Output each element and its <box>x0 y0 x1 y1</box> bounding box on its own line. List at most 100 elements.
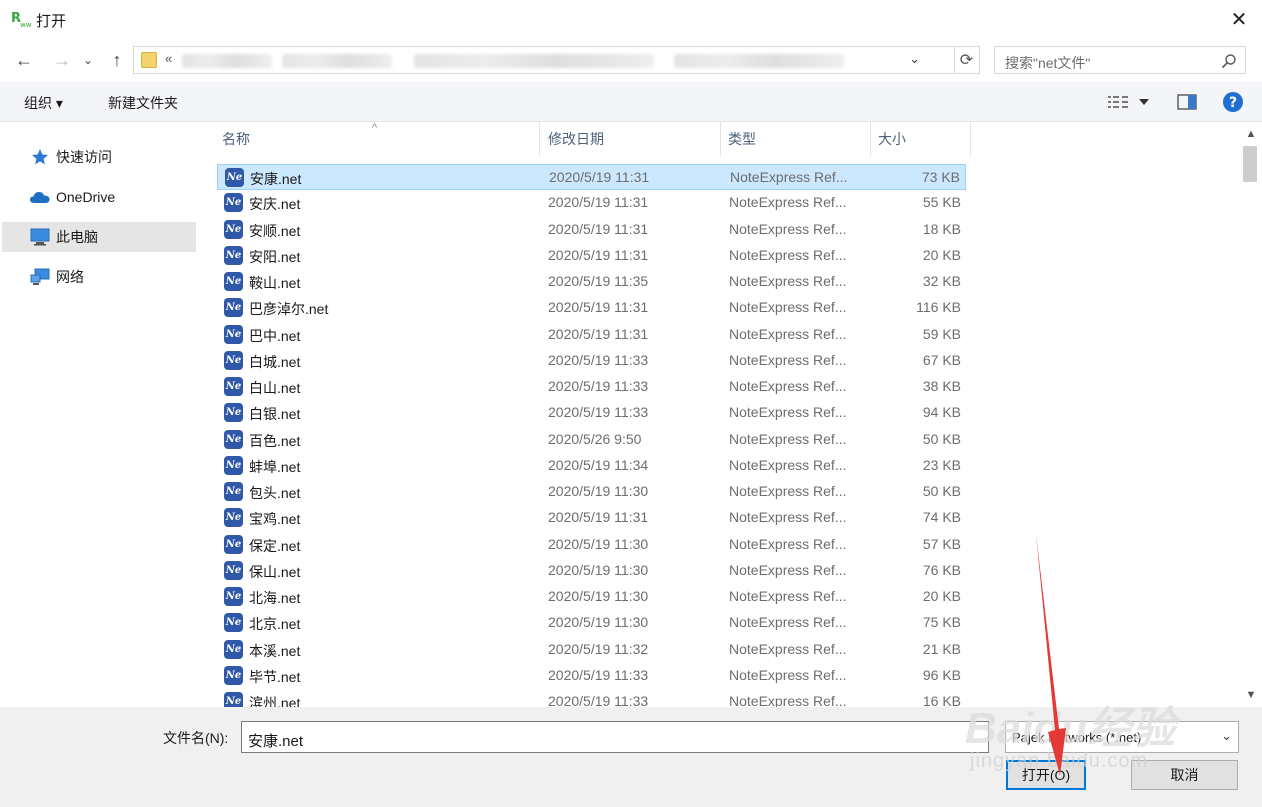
file-modified-date: 2020/5/19 11:31 <box>548 220 649 237</box>
file-row[interactable]: Ne 白银.net 2020/5/19 11:33 NoteExpress Ref..… <box>217 400 966 426</box>
file-row[interactable]: Ne 包头.net 2020/5/19 11:30 NoteExpress Ref..… <box>217 479 966 505</box>
sidebar-item-onedrive[interactable]: OneDrive <box>2 182 196 212</box>
file-name: 安庆.net <box>249 196 301 213</box>
organize-button[interactable]: 组织 ▾ <box>24 93 63 113</box>
open-button[interactable]: 打开(O) <box>1006 760 1086 790</box>
file-type: NoteExpress Ref... <box>729 430 847 447</box>
file-type: NoteExpress Ref... <box>729 614 847 631</box>
file-row[interactable]: Ne 本溪.net 2020/5/19 11:32 NoteExpress Ref..… <box>217 637 966 663</box>
file-name: 北海.net <box>249 590 301 606</box>
file-row[interactable]: Ne 保山.net 2020/5/19 11:30 NoteExpress Ref..… <box>217 558 966 584</box>
file-row[interactable]: Ne 安顺.net 2020/5/19 11:31 NoteExpress Ref..… <box>217 217 966 243</box>
up-arrow-icon[interactable]: ↑ <box>105 48 129 72</box>
search-box[interactable]: 搜索"net文件" <box>994 46 1246 74</box>
file-modified-date: 2020/5/19 11:30 <box>548 535 649 552</box>
address-dropdown-icon[interactable]: ⌄ <box>909 51 920 67</box>
file-row[interactable]: Ne 滨州.net 2020/5/19 11:33 NoteExpress Ref..… <box>217 689 966 707</box>
file-row[interactable]: Ne 毕节.net 2020/5/19 11:33 NoteExpress Ref..… <box>217 663 966 689</box>
noteexpress-file-icon: Ne <box>224 455 243 475</box>
search-icon[interactable] <box>1221 53 1237 69</box>
file-row[interactable]: Ne 白城.net 2020/5/19 11:33 NoteExpress Ref..… <box>217 348 966 374</box>
file-row[interactable]: Ne 安阳.net 2020/5/19 11:31 NoteExpress Ref..… <box>217 243 966 269</box>
file-type: NoteExpress Ref... <box>729 273 847 289</box>
navigation-bar: ← → ⌄ ↑ « ⌄ ⟳ 搜索"net文件" <box>0 38 1262 82</box>
file-size: 38 KB <box>922 378 961 394</box>
recent-locations-chevron-icon[interactable]: ⌄ <box>80 48 96 72</box>
file-modified-date: 2020/5/19 11:34 <box>548 456 649 473</box>
file-type: NoteExpress Ref... <box>729 483 847 499</box>
file-modified-date: 2020/5/19 11:31 <box>548 194 649 211</box>
file-name: 滨州.net <box>249 695 301 707</box>
cancel-button[interactable]: 取消 <box>1131 760 1238 790</box>
file-modified-date: 2020/5/19 11:33 <box>548 351 649 368</box>
view-dropdown-icon[interactable] <box>1139 98 1149 106</box>
refresh-icon[interactable]: ⟳ <box>954 46 980 74</box>
scroll-up-icon[interactable]: ▲ <box>1243 126 1259 142</box>
file-type: NoteExpress Ref... <box>729 561 847 578</box>
navigation-pane: 快速访问 OneDrive 此电脑 网络 <box>0 122 200 707</box>
close-button[interactable]: ✕ <box>1216 0 1262 38</box>
path-overflow-icon[interactable]: « <box>165 51 172 66</box>
vertical-scrollbar[interactable]: ▲ ▼ <box>1240 122 1262 707</box>
sidebar-item-label: 快速访问 <box>56 149 112 165</box>
file-row[interactable]: Ne 宝鸡.net 2020/5/19 11:31 NoteExpress Ref..… <box>217 505 966 531</box>
filename-label: 文件名(N): <box>163 730 229 746</box>
file-name: 保山.net <box>249 563 301 580</box>
file-modified-date: 2020/5/19 11:31 <box>548 299 649 316</box>
file-row[interactable]: Ne 保定.net 2020/5/19 11:30 NoteExpress Ref..… <box>217 532 966 558</box>
file-row[interactable]: Ne 安康.net 2020/5/19 11:31 NoteExpress Ref..… <box>217 164 966 190</box>
chevron-down-icon[interactable]: ⌄ <box>1221 728 1232 744</box>
file-row[interactable]: Ne 巴彦淖尔.net 2020/5/19 11:31 NoteExpress Ref… <box>217 295 966 321</box>
search-input[interactable]: 搜索"net文件" <box>1005 53 1090 73</box>
blurred-path-segment <box>674 54 844 68</box>
address-bar[interactable]: « ⌄ <box>133 46 955 74</box>
file-type: NoteExpress Ref... <box>729 509 847 526</box>
view-options-icon[interactable] <box>1108 95 1132 109</box>
file-size: 32 KB <box>922 273 961 289</box>
file-type: NoteExpress Ref... <box>729 666 847 683</box>
file-type-select[interactable]: Pajek Networks (*.net) ⌄ <box>1005 721 1239 753</box>
sidebar-item-this-pc[interactable]: 此电脑 <box>2 222 196 252</box>
column-header-name[interactable]: 名称 <box>215 122 540 156</box>
sidebar-item-network[interactable]: 网络 <box>2 262 196 292</box>
file-name: 蚌埠.net <box>249 458 301 475</box>
file-modified-date: 2020/5/19 11:30 <box>548 614 649 631</box>
scroll-thumb[interactable] <box>1243 146 1257 182</box>
preview-pane-icon[interactable] <box>1177 94 1197 110</box>
file-name: 白银.net <box>249 406 301 423</box>
new-folder-button[interactable]: 新建文件夹 <box>108 93 178 113</box>
file-name: 保定.net <box>249 537 301 554</box>
scroll-down-icon[interactable]: ▼ <box>1243 687 1259 703</box>
noteexpress-file-icon: Ne <box>224 482 243 501</box>
file-type: NoteExpress Ref... <box>729 588 847 604</box>
folder-icon <box>141 52 157 68</box>
back-arrow-icon[interactable]: ← <box>12 48 36 72</box>
file-row[interactable]: Ne 百色.net 2020/5/26 9:50 NoteExpress Ref...… <box>217 427 966 453</box>
noteexpress-file-icon: Ne <box>224 560 243 580</box>
file-row[interactable]: Ne 蚌埠.net 2020/5/19 11:34 NoteExpress Ref..… <box>217 453 966 479</box>
sidebar-item-quick-access[interactable]: 快速访问 <box>2 142 196 172</box>
file-name: 巴彦淖尔.net <box>249 301 329 318</box>
column-header-size[interactable]: 大小 <box>871 122 971 156</box>
column-header-type[interactable]: 类型 <box>721 122 871 156</box>
file-name: 本溪.net <box>249 642 301 659</box>
sidebar-item-label: OneDrive <box>56 189 116 205</box>
noteexpress-app-icon: R ww <box>11 11 32 29</box>
file-row[interactable]: Ne 鞍山.net 2020/5/19 11:35 NoteExpress Ref..… <box>217 269 966 295</box>
file-modified-date: 2020/5/26 9:50 <box>548 430 642 447</box>
column-header-modified[interactable]: 修改日期 <box>541 122 721 156</box>
forward-arrow-icon[interactable]: → <box>50 48 74 72</box>
file-row[interactable]: Ne 巴中.net 2020/5/19 11:31 NoteExpress Ref..… <box>217 322 966 348</box>
filename-input[interactable]: 安康.net <box>241 721 989 753</box>
file-size: 20 KB <box>922 246 961 263</box>
file-row[interactable]: Ne 北海.net 2020/5/19 11:30 NoteExpress Ref..… <box>217 584 966 610</box>
file-row[interactable]: Ne 安庆.net 2020/5/19 11:31 NoteExpress Ref..… <box>217 190 966 216</box>
file-row[interactable]: Ne 北京.net 2020/5/19 11:30 NoteExpress Ref..… <box>217 610 966 636</box>
file-type: NoteExpress Ref... <box>729 693 847 707</box>
noteexpress-file-icon: Ne <box>224 377 243 396</box>
file-size: 50 KB <box>922 430 961 447</box>
help-icon[interactable]: ? <box>1222 91 1244 113</box>
file-row[interactable]: Ne 白山.net 2020/5/19 11:33 NoteExpress Ref..… <box>217 374 966 400</box>
file-list: 名称 ^ 修改日期 类型 大小 Ne 安康.net 2020/5/19 11:31 N… <box>200 122 1240 707</box>
file-size: 20 KB <box>922 588 961 604</box>
